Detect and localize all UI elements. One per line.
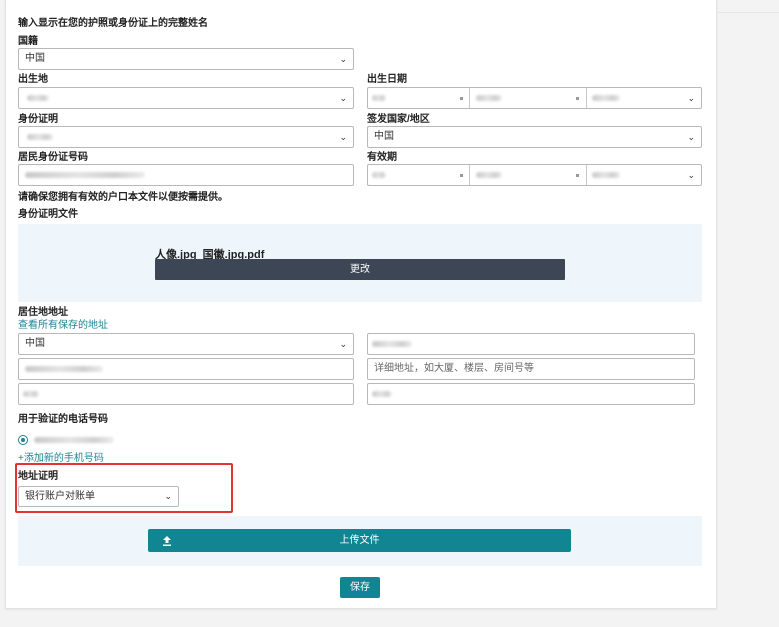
separator-dot	[460, 174, 463, 177]
divider	[716, 12, 779, 13]
id-number-input[interactable]	[18, 164, 354, 186]
separator-dot	[576, 97, 579, 100]
name-hint: 输入显示在您的护照或身份证上的完整姓名	[18, 18, 208, 29]
id-number-label: 居民身份证号码	[18, 152, 88, 163]
nationality-select[interactable]: 中国 ⌄	[18, 48, 354, 70]
redacted-value	[372, 172, 386, 178]
chevron-down-icon: ⌄	[339, 54, 347, 64]
expiry-label: 有效期	[367, 152, 397, 163]
nationality-value: 中国	[25, 53, 45, 64]
redacted-value	[27, 95, 49, 101]
id-type-label: 身份证明	[18, 114, 58, 125]
redacted-value	[372, 341, 412, 347]
redacted-value	[27, 134, 53, 140]
chevron-down-icon: ⌄	[687, 93, 695, 103]
id-document-label: 身份证明文件	[18, 209, 78, 220]
redacted-value	[592, 172, 620, 178]
redacted-value	[372, 95, 386, 101]
segment-divider	[469, 88, 470, 108]
address-detail-placeholder: 详细地址，如大厦、楼层、房间号等	[374, 363, 534, 374]
upload-file-button[interactable]: 上传文件	[148, 529, 571, 552]
upload-file-label: 上传文件	[339, 535, 380, 546]
chevron-down-icon: ⌄	[687, 170, 695, 180]
upload-icon	[163, 536, 171, 546]
birthdate-field[interactable]: ⌄	[367, 87, 702, 109]
redacted-value	[23, 391, 39, 397]
phone-radio[interactable]	[18, 435, 28, 445]
birthplace-select[interactable]: ⌄	[18, 87, 354, 109]
address-label: 居住地地址	[18, 307, 68, 318]
issuing-country-select[interactable]: 中国 ⌄	[367, 126, 702, 148]
redacted-value	[25, 172, 145, 178]
change-file-button[interactable]: 更改	[155, 259, 565, 280]
saved-addresses-link[interactable]: 查看所有保存的地址	[18, 320, 108, 332]
birthdate-label: 出生日期	[367, 74, 407, 85]
redacted-value	[25, 366, 103, 372]
address-region-input[interactable]	[18, 358, 354, 380]
address-city-input[interactable]	[18, 383, 354, 405]
redacted-phone-number	[34, 437, 114, 443]
segment-divider	[469, 165, 470, 185]
address-proof-label: 地址证明	[18, 471, 58, 482]
address-proof-select[interactable]: 银行账户对账单 ⌄	[18, 486, 179, 507]
nationality-label: 国籍	[18, 36, 38, 47]
id-type-select[interactable]: ⌄	[18, 126, 354, 148]
redacted-value	[592, 95, 620, 101]
address-country-value: 中国	[25, 338, 45, 349]
redacted-value	[476, 172, 502, 178]
separator-dot	[460, 97, 463, 100]
save-button[interactable]: 保存	[340, 577, 380, 598]
address-detail-input[interactable]: 详细地址，如大厦、楼层、房间号等	[367, 358, 695, 380]
address-postcode-input[interactable]	[367, 333, 695, 355]
chevron-down-icon: ⌄	[339, 132, 347, 142]
expiry-field[interactable]: ⌄	[367, 164, 702, 186]
issuing-country-value: 中国	[374, 131, 394, 142]
hukou-note: 请确保您拥有有效的户口本文件以便按需提供。	[18, 192, 228, 203]
chevron-down-icon: ⌄	[339, 339, 347, 349]
redacted-value	[372, 391, 392, 397]
segment-divider	[586, 165, 587, 185]
chevron-down-icon: ⌄	[164, 491, 172, 501]
issuing-country-label: 签发国家/地区	[367, 114, 430, 125]
segment-divider	[586, 88, 587, 108]
address-country-select[interactable]: 中国 ⌄	[18, 333, 354, 355]
chevron-down-icon: ⌄	[339, 93, 347, 103]
birthplace-label: 出生地	[18, 74, 48, 85]
separator-dot	[576, 174, 579, 177]
redacted-value	[476, 95, 502, 101]
address-proof-value: 银行账户对账单	[25, 491, 95, 502]
chevron-down-icon: ⌄	[687, 132, 695, 142]
address-street-input[interactable]	[367, 383, 695, 405]
phone-label: 用于验证的电话号码	[18, 414, 108, 425]
